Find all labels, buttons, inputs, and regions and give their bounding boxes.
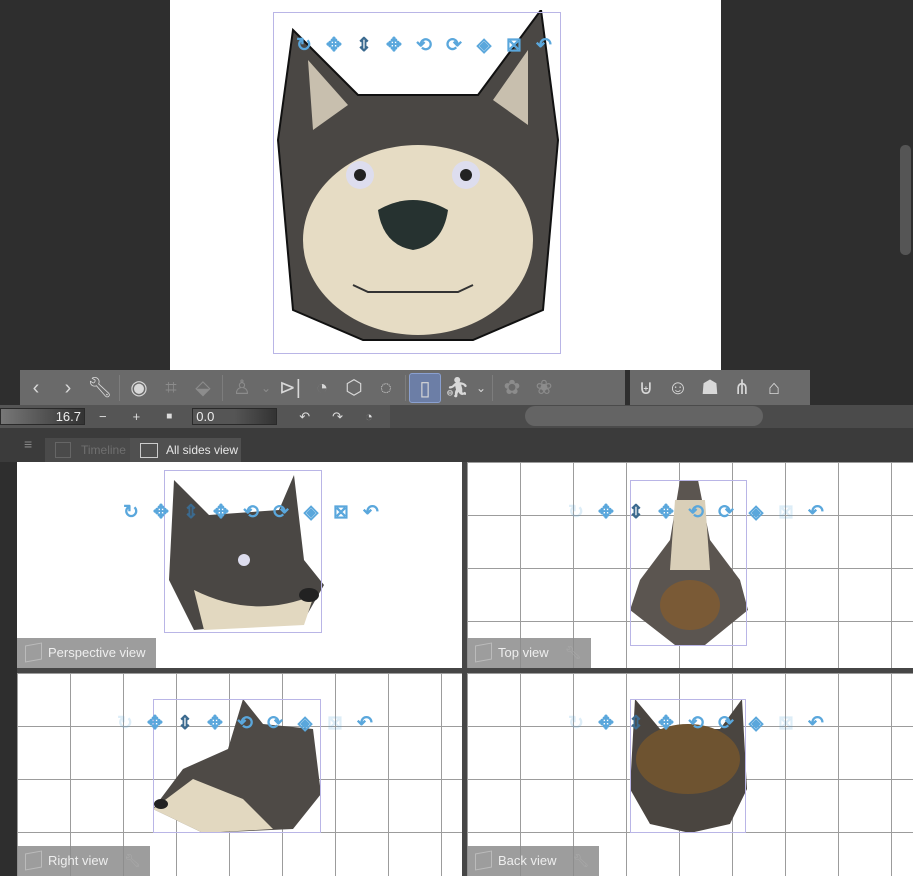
- bag-icon[interactable]: ⌂: [758, 373, 790, 403]
- chevron-right-icon[interactable]: ›: [52, 373, 84, 403]
- manipulator-toolbar: ↻ ✥ ⇕ ✥ ⟲ ⟳ ◈ ⊠ ↶: [292, 35, 556, 57]
- perspective-view-label: Perspective view: [17, 638, 156, 668]
- reset-angle-icon[interactable]: ◔: [365, 409, 373, 424]
- reset-rotation-icon[interactable]: ◔: [306, 373, 338, 403]
- divider: [405, 374, 406, 401]
- rotate-right-icon[interactable]: ↷: [332, 409, 343, 425]
- back-view-label: Back view 🔧︎: [467, 846, 600, 876]
- wrench-icon[interactable]: 🔧︎: [84, 373, 116, 403]
- parts-toolbar: ⊎ ☺ ☗ ⋔ ⌂: [630, 370, 810, 405]
- wrench-icon[interactable]: 🔧︎: [573, 846, 590, 876]
- body-icon[interactable]: ⊎: [630, 373, 662, 403]
- model-bounding-box: [164, 470, 322, 633]
- camera-controls-row: 16.7 − + ■ 0.0 ↶ ↷ ◔: [0, 405, 390, 428]
- horizontal-scrollbar[interactable]: [525, 406, 763, 426]
- object-launcher-toolbar: ‹ › 🔧︎ ◉ ⌗ ⬙ ♙ ⌄ ⊳|◀ ◔ ⬡ ◌ ▯ ⛹︎ ⌄ ✿ ❀: [20, 370, 625, 429]
- undo-rotation-icon[interactable]: ↶: [532, 35, 556, 57]
- hair-icon[interactable]: ☗: [694, 373, 726, 403]
- wrench-icon[interactable]: 🔧︎: [124, 846, 141, 876]
- rotate-plane-icon[interactable]: ◈: [472, 35, 496, 57]
- top-view-label: Top view 🔧︎: [467, 638, 592, 668]
- zoom-value[interactable]: 16.7: [56, 409, 81, 424]
- flip-icon[interactable]: ⊳|◀: [274, 373, 306, 429]
- tab-timeline[interactable]: Timeline: [45, 438, 130, 462]
- manipulator-toolbar: ↻ ✥ ⇕ ✥ ⟲ ⟳ ◈ ⊠ ↶: [568, 502, 824, 523]
- view-title: Perspective view: [48, 645, 146, 660]
- model-bounding-box: [273, 12, 561, 354]
- cube-icon: [475, 642, 492, 663]
- cube-icon: [25, 850, 42, 871]
- angle-value[interactable]: 0.0: [196, 409, 214, 424]
- manipulator-toolbar: ↻ ✥ ⇕ ✥ ⟲ ⟳ ◈ ⊠ ↶: [123, 502, 379, 523]
- top-view[interactable]: ↻ ✥ ⇕ ✥ ⟲ ⟳ ◈ ⊠ ↶ Top view 🔧︎: [467, 462, 913, 668]
- camera-rotate-icon[interactable]: ↻: [292, 35, 316, 57]
- camera-icon[interactable]: ◉: [123, 373, 155, 403]
- angle-slider[interactable]: 0.0: [192, 408, 278, 425]
- chevron-left-icon[interactable]: ‹: [20, 373, 52, 403]
- zoom-in-button[interactable]: +: [133, 409, 141, 424]
- panel-menu-icon[interactable]: ≡: [24, 436, 32, 452]
- tab-label: Timeline: [81, 443, 126, 457]
- tab-label: All sides view: [166, 443, 239, 457]
- camera-dolly-icon[interactable]: ⇕: [352, 35, 376, 57]
- camera-pan-icon[interactable]: ✥: [322, 35, 346, 57]
- rotate-left-icon[interactable]: ↶: [299, 409, 310, 425]
- tab-all-sides-view[interactable]: All sides view: [130, 438, 241, 462]
- zoom-slider[interactable]: 16.7: [0, 408, 85, 425]
- right-view-label: Right view 🔧︎: [17, 846, 151, 876]
- plant-icon[interactable]: ✿: [496, 373, 528, 403]
- fit-frame-icon[interactable]: ⌗: [155, 373, 187, 403]
- view-title: Top view: [498, 645, 549, 660]
- stop-button[interactable]: ■: [166, 411, 172, 422]
- all-sides-view-panel: ↻ ✥ ⇕ ✥ ⟲ ⟳ ◈ ⊠ ↶ Perspective view ↻ ✥ ⇕ ✥ ⟲ ⟳ ◈ ⊠ ↶ Top…: [17, 462, 913, 876]
- manipulator-toolbar: ↻ ✥ ⇕ ✥ ⟲ ⟳ ◈ ⊠ ↶: [117, 713, 373, 734]
- tab-bar: ≡ Timeline All sides view: [0, 428, 913, 462]
- view-title: Right view: [48, 853, 108, 868]
- move-icon[interactable]: ✥: [382, 35, 406, 57]
- vertical-scrollbar[interactable]: [900, 145, 911, 255]
- main-canvas[interactable]: ↻ ✥ ⇕ ✥ ⟲ ⟳ ◈ ⊠ ↶: [170, 0, 721, 370]
- cube-icon: [475, 850, 492, 871]
- frame-icon[interactable]: ▯: [409, 372, 441, 403]
- right-view[interactable]: ↻ ✥ ⇕ ✥ ⟲ ⟳ ◈ ⊠ ↶ Right view 🔧︎: [17, 673, 462, 876]
- wrench-icon[interactable]: 🔧︎: [565, 638, 582, 668]
- all-sides-view-icon: [140, 443, 158, 458]
- ground-icon[interactable]: ⬙: [187, 373, 219, 403]
- divider: [119, 374, 120, 401]
- pose-figure-icon[interactable]: ⛹︎: [441, 373, 473, 403]
- rotate-3d-icon[interactable]: ⟳: [442, 35, 466, 57]
- divider: [492, 374, 493, 401]
- perspective-view[interactable]: ↻ ✥ ⇕ ✥ ⟲ ⟳ ◈ ⊠ ↶ Perspective view: [17, 462, 462, 668]
- add-pose-icon[interactable]: ♙: [226, 373, 258, 403]
- cube-icon: [25, 642, 42, 663]
- divider: [222, 374, 223, 401]
- rotate-around-icon[interactable]: ◌: [370, 373, 402, 403]
- view-title: Back view: [498, 853, 557, 868]
- reset-model-icon[interactable]: ⬡: [338, 373, 370, 403]
- back-view[interactable]: ↻ ✥ ⇕ ✥ ⟲ ⟳ ◈ ⊠ ↶ Back view 🔧︎: [467, 673, 913, 876]
- torso-icon[interactable]: ⋔: [726, 373, 758, 403]
- plant-arm-icon[interactable]: ❀: [528, 373, 560, 403]
- chevron-down-icon[interactable]: ⌄: [473, 373, 489, 403]
- face-icon[interactable]: ☺: [662, 373, 694, 403]
- move-plane-icon[interactable]: ⊠: [502, 35, 526, 57]
- chevron-down-icon[interactable]: ⌄: [258, 373, 274, 403]
- manipulator-toolbar: ↻ ✥ ⇕ ✥ ⟲ ⟳ ◈ ⊠ ↶: [568, 713, 824, 734]
- zoom-out-button[interactable]: −: [99, 409, 107, 424]
- timeline-icon: [55, 442, 71, 458]
- rotate-icon[interactable]: ⟲: [412, 35, 436, 57]
